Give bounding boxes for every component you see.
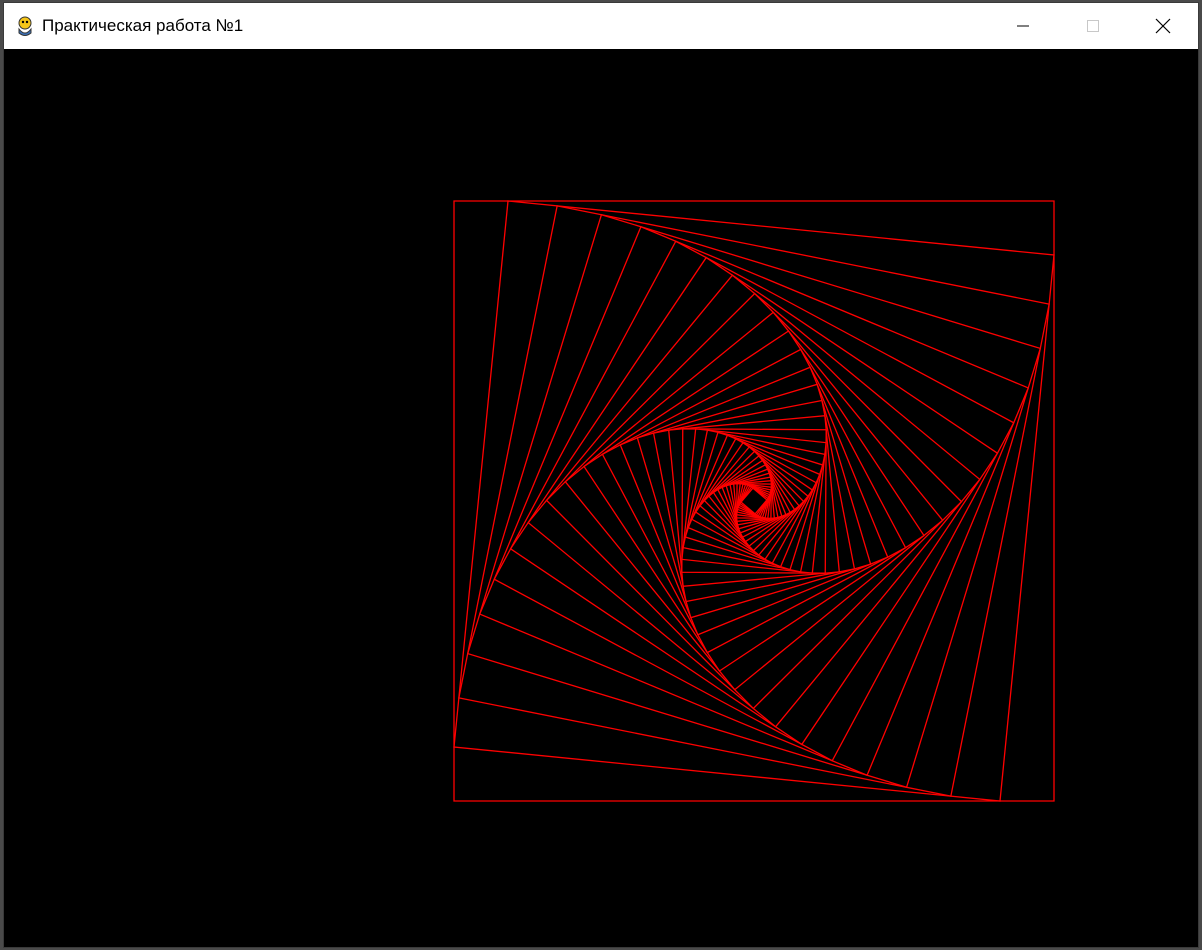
spiral-square <box>453 200 1055 802</box>
spiral-square <box>687 434 821 568</box>
spiral-square <box>652 399 856 603</box>
minimize-button[interactable] <box>988 3 1058 49</box>
pygame-snake-icon <box>14 15 36 37</box>
spiral-square <box>601 348 907 654</box>
spiral-square <box>619 366 889 636</box>
spiral-square <box>716 463 792 539</box>
spiral-square <box>564 311 944 691</box>
spiral-square <box>583 330 925 672</box>
spiral-square <box>478 225 1030 777</box>
spiral-square <box>636 383 872 619</box>
title-bar[interactable]: Практическая работа №1 <box>4 3 1198 49</box>
window-title: Практическая работа №1 <box>42 16 244 35</box>
spiral-square <box>739 486 769 516</box>
close-button[interactable] <box>1128 3 1198 49</box>
spiral-square <box>466 213 1042 789</box>
close-icon <box>1155 18 1171 34</box>
spiral-square <box>712 459 796 543</box>
spiral-square <box>493 240 1015 762</box>
drawing-canvas <box>4 49 1198 947</box>
spiral-square <box>684 431 824 571</box>
spiral-square <box>721 468 787 534</box>
app-window: Практическая работа №1 <box>3 2 1199 948</box>
spiral-square <box>527 274 981 728</box>
spiral-square <box>737 484 771 518</box>
maximize-icon <box>1087 20 1099 32</box>
spiral-square <box>545 292 963 710</box>
square-spiral-figure <box>453 200 1055 802</box>
spiral-square <box>453 200 1055 802</box>
spiral-square <box>708 455 800 547</box>
window-controls <box>988 3 1198 49</box>
spiral-square <box>509 256 999 746</box>
minimize-icon <box>1017 25 1029 27</box>
maximize-button[interactable] <box>1058 3 1128 49</box>
